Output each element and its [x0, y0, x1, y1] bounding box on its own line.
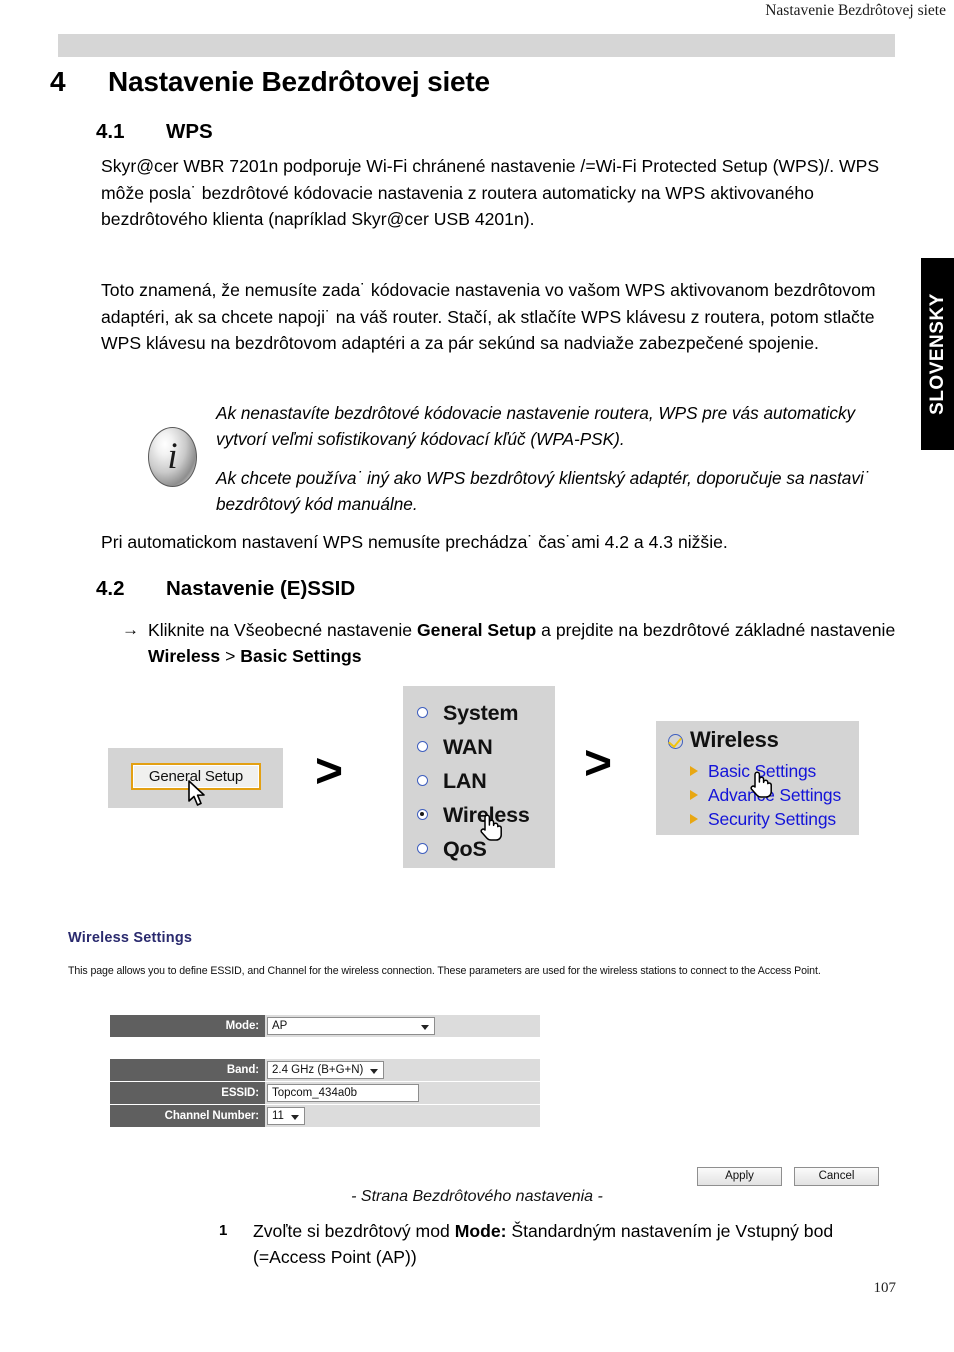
apply-button[interactable]: Apply — [697, 1167, 782, 1186]
menu-item-label-system: System — [443, 701, 519, 725]
wireless-settings-form-top: Mode: AP — [110, 1015, 540, 1037]
hand-cursor-icon-menu — [478, 812, 502, 841]
band-select-value: 2.4 GHz (B+G+N) — [272, 1064, 364, 1076]
flow-chevron-2: > — [584, 737, 613, 790]
form-row-essid: ESSID: Topcom_434a0b — [110, 1082, 540, 1104]
form-label-mode: Mode: — [110, 1015, 265, 1037]
check-radio-icon-wireless[interactable] — [668, 734, 683, 749]
essid-instruction-bold-basic-settings: Basic Settings — [240, 646, 362, 666]
chevron-down-icon-band — [370, 1069, 378, 1074]
essid-instruction-bold-wireless: Wireless — [148, 646, 221, 666]
section-heading-essid: 4.2 Nastavenie (E)SSID — [96, 577, 355, 601]
essid-instruction: → Kliknite na Všeobecné nastavenie Genera… — [122, 617, 896, 669]
step-text-prefix: Zvoľte si bezdrôtový mod — [253, 1221, 455, 1241]
radio-icon-lan[interactable] — [417, 775, 428, 786]
step-number-1: 1 — [219, 1222, 228, 1239]
arrow-bullet-icon: → — [122, 620, 139, 639]
wps-note-block: Ak nenastavíte bezdrôtové kódovacie nast… — [216, 401, 896, 517]
link-security-settings[interactable]: Security Settings — [688, 807, 841, 831]
wireless-submenu-title: Wireless — [690, 727, 779, 752]
wps-paragraph-2: Toto znamená, že nemusíte zada˙ kódovaci… — [101, 280, 876, 353]
wps-note-line-1: Ak nenastavíte bezdrôtové kódovacie nast… — [216, 403, 856, 449]
band-select[interactable]: 2.4 GHz (B+G+N) — [267, 1061, 384, 1079]
chevron-down-icon-channel — [291, 1115, 299, 1120]
language-side-tab-label: SLOVENSKY — [926, 293, 948, 415]
chapter-heading: 4 Nastavenie Bezdrôtovej siete — [50, 66, 490, 98]
form-control-mode: AP — [265, 1015, 540, 1037]
menu-item-label-wan: WAN — [443, 735, 493, 759]
form-control-essid: Topcom_434a0b — [265, 1082, 540, 1104]
info-icon-glyph: i — [167, 436, 178, 477]
wps-paragraph-3: Pri automatickom nastavení WPS nemusíte … — [101, 532, 728, 552]
essid-instruction-bold-general-setup: General Setup — [416, 620, 537, 640]
form-row-mode: Mode: AP — [110, 1015, 540, 1037]
channel-number-select[interactable]: 11 — [267, 1107, 305, 1125]
mode-select[interactable]: AP — [267, 1017, 435, 1035]
wireless-settings-description: This page allows you to define ESSID, an… — [68, 965, 821, 977]
menu-item-system[interactable]: System — [415, 696, 551, 730]
essid-instruction-separator: > — [220, 646, 241, 666]
step-text-bold-mode: Mode: — [454, 1221, 507, 1241]
wps-paragraph-1: Skyr@cer WBR 7201n podporuje Wi-Fi chrán… — [101, 156, 880, 229]
menu-item-wan[interactable]: WAN — [415, 730, 551, 764]
essid-input[interactable]: Topcom_434a0b — [267, 1084, 419, 1102]
cancel-button[interactable]: Cancel — [794, 1167, 879, 1186]
page-number: 107 — [873, 1280, 897, 1296]
radio-icon-wireless-selected[interactable] — [417, 809, 428, 820]
radio-icon-qos[interactable] — [417, 843, 428, 854]
form-control-band: 2.4 GHz (B+G+N) — [265, 1059, 540, 1081]
figure-caption: - Strana Bezdrôtového nastavenia - — [351, 1188, 603, 1205]
flow-chevron-1: > — [315, 745, 344, 798]
running-header-bar — [58, 34, 895, 57]
section-number-wps: 4.1 — [96, 120, 125, 143]
info-icon: i — [148, 427, 197, 487]
essid-instruction-mid: a prejdite na bezdrôtové základné nastav… — [536, 620, 896, 640]
menu-item-lan[interactable]: LAN — [415, 764, 551, 798]
form-label-channel-number: Channel Number: — [110, 1105, 265, 1127]
mouse-cursor-icon — [188, 780, 208, 808]
link-label-advance-settings: Advance Settings — [708, 785, 841, 805]
wireless-settings-button-row: Apply Cancel — [697, 1167, 879, 1186]
chapter-number: 4 — [50, 66, 66, 97]
radio-icon-system[interactable] — [417, 707, 428, 718]
running-header-title: Nastavenie Bezdrôtovej siete — [765, 2, 946, 19]
section-number-essid: 4.2 — [96, 577, 125, 600]
form-row-band: Band: 2.4 GHz (B+G+N) — [110, 1059, 540, 1081]
form-label-band: Band: — [110, 1059, 265, 1081]
channel-number-select-value: 11 — [272, 1110, 284, 1122]
form-row-channel-number: Channel Number: 11 — [110, 1105, 540, 1127]
menu-item-label-lan: LAN — [443, 769, 487, 793]
triangle-bullet-icon-security — [690, 814, 698, 824]
section-title-essid: Nastavenie (E)SSID — [166, 577, 356, 600]
form-control-channel-number: 11 — [265, 1105, 540, 1127]
chevron-down-icon-mode — [421, 1025, 429, 1030]
wireless-settings-title: Wireless Settings — [68, 930, 193, 946]
info-icon-disc: i — [148, 427, 197, 487]
essid-instruction-prefix: Kliknite na Všeobecné nastavenie — [148, 620, 417, 640]
mode-select-value: AP — [272, 1020, 288, 1032]
link-label-security-settings: Security Settings — [708, 809, 836, 829]
hand-cursor-icon-links — [748, 769, 772, 798]
chapter-title: Nastavenie Bezdrôtovej siete — [108, 66, 490, 97]
section-heading-wps: 4.1 WPS — [96, 120, 213, 144]
section-title-wps: WPS — [166, 120, 213, 143]
language-side-tab: SLOVENSKY — [921, 258, 954, 450]
triangle-bullet-icon-basic — [690, 766, 698, 776]
triangle-bullet-icon-advance — [690, 790, 698, 800]
form-label-essid: ESSID: — [110, 1082, 265, 1104]
radio-icon-wan[interactable] — [417, 741, 428, 752]
step-item-1: 1 Zvoľte si bezdrôtový mod Mode: Štandard… — [219, 1218, 898, 1270]
wps-note-line-2: Ak chcete používa˙ iný ako WPS bezdrôtov… — [216, 468, 870, 514]
wireless-settings-form-bottom: Band: 2.4 GHz (B+G+N) ESSID: Topcom_434a… — [110, 1059, 540, 1127]
